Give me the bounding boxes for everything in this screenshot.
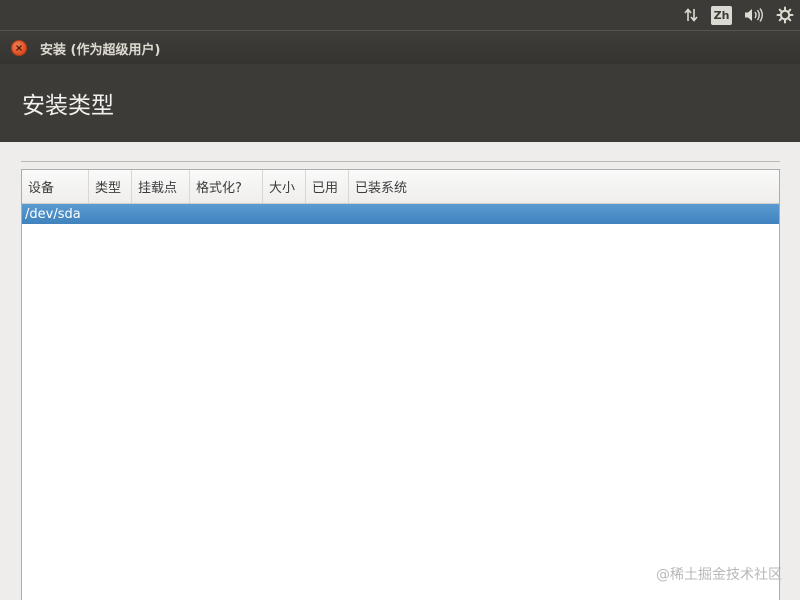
main-content: 设备 类型 挂载点 格式化? 大小 已用 已装系统 /dev/sda @稀土掘金… [0, 142, 800, 600]
top-panel: Zh [0, 0, 800, 30]
gear-icon[interactable] [776, 4, 794, 26]
page-title: 安装类型 [22, 93, 114, 119]
column-header-format[interactable]: 格式化? [190, 170, 263, 203]
column-header-used[interactable]: 已用 [306, 170, 349, 203]
window-title: 安装 (作为超级用户) [40, 43, 161, 58]
close-button[interactable] [11, 40, 27, 56]
partition-table[interactable]: 设备 类型 挂载点 格式化? 大小 已用 已装系统 /dev/sda [21, 169, 780, 600]
column-header-device[interactable]: 设备 [22, 170, 89, 203]
table-row-selected[interactable]: /dev/sda [22, 204, 779, 224]
column-header-installed-system[interactable]: 已装系统 [349, 170, 779, 203]
volume-icon[interactable] [744, 4, 764, 26]
keyboard-indicator-label: Zh [711, 5, 732, 25]
system-tray: Zh [671, 0, 794, 30]
keyboard-layout-indicator[interactable]: Zh [711, 4, 732, 26]
separator [21, 161, 780, 162]
table-header: 设备 类型 挂载点 格式化? 大小 已用 已装系统 [22, 170, 779, 204]
column-header-mount-point[interactable]: 挂载点 [132, 170, 190, 203]
column-header-type[interactable]: 类型 [89, 170, 132, 203]
network-transfer-icon[interactable] [683, 4, 699, 26]
page-header: 安装类型 [0, 64, 800, 142]
watermark: @稀土掘金技术社区 [656, 567, 782, 583]
device-cell: /dev/sda [25, 206, 81, 222]
close-icon [16, 45, 22, 51]
column-header-size[interactable]: 大小 [263, 170, 306, 203]
window-titlebar[interactable]: 安装 (作为超级用户) [0, 30, 800, 64]
installer-screen: Zh 安装 (作为超级用户) 安装类型 设备 类型 挂载点 格式化? 大小 已用… [0, 0, 800, 600]
